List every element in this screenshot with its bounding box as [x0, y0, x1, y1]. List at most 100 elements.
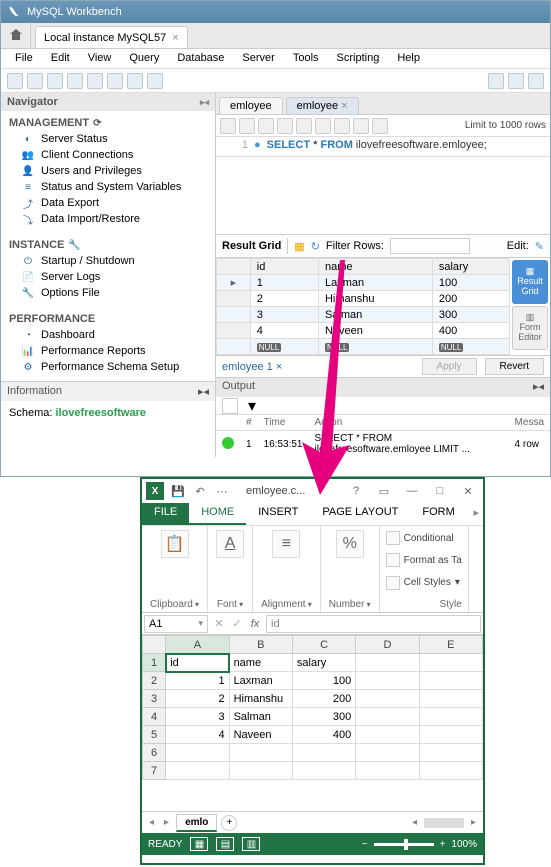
fx-icon[interactable]: fx — [246, 618, 264, 630]
menu-edit[interactable]: Edit — [43, 51, 78, 66]
minimize-icon[interactable]: — — [401, 485, 423, 497]
enter-icon[interactable]: ✓ — [228, 617, 246, 630]
form-editor-tab[interactable]: ▥Form Editor — [512, 306, 548, 350]
menu-help[interactable]: Help — [389, 51, 428, 66]
format-as-table-button[interactable]: Format as Ta — [386, 552, 462, 568]
toolbar-button[interactable] — [27, 73, 43, 89]
toolbar-button[interactable] — [508, 73, 524, 89]
nav-server-logs[interactable]: 📄Server Logs — [1, 269, 215, 285]
revert-button[interactable]: Revert — [485, 358, 544, 375]
result-tab[interactable]: emloyee 1 × — [222, 361, 282, 373]
menu-server[interactable]: Server — [234, 51, 282, 66]
tab-pagelayout[interactable]: PAGE LAYOUT — [310, 503, 410, 525]
sql-tool-button[interactable] — [277, 118, 293, 134]
cancel-icon[interactable]: ✕ — [210, 617, 228, 630]
output-tab-icon[interactable] — [222, 398, 238, 414]
col-header[interactable]: A — [166, 636, 229, 654]
editor-tab[interactable]: emloyee — [219, 97, 283, 114]
nav-startup-shutdown[interactable]: ⏻Startup / Shutdown — [1, 253, 215, 269]
hscroll-right[interactable]: ▸ — [468, 817, 479, 828]
col-header[interactable]: D — [356, 636, 419, 654]
save-icon[interactable]: 💾 — [170, 483, 186, 499]
toolbar-button[interactable] — [107, 73, 123, 89]
help-icon[interactable]: ? — [345, 485, 367, 497]
new-sheet-button[interactable]: + — [221, 815, 237, 831]
conditional-formatting-button[interactable]: Conditional — [386, 530, 462, 546]
menu-scripting[interactable]: Scripting — [329, 51, 388, 66]
limit-rows-label[interactable]: Limit to 1000 rows — [465, 120, 546, 131]
nav-client-connections[interactable]: 👥Client Connections — [1, 147, 215, 163]
connection-tab[interactable]: Local instance MySQL57 × — [35, 26, 188, 48]
sql-tool-button[interactable] — [258, 118, 274, 134]
edit-icon[interactable]: ✎ — [535, 240, 544, 253]
tab-nav-next[interactable]: ▸ — [161, 817, 172, 828]
menu-query[interactable]: Query — [121, 51, 167, 66]
menu-tools[interactable]: Tools — [285, 51, 327, 66]
refresh-icon[interactable]: ↻ — [311, 240, 320, 253]
ribbon-options-icon[interactable]: ▭ — [373, 485, 395, 498]
pagelayout-view-icon[interactable]: ▤ — [216, 837, 234, 851]
apply-button[interactable]: Apply — [422, 358, 477, 375]
output-dropdown[interactable]: ▾ — [248, 396, 256, 416]
alignment-icon[interactable]: ≡ — [272, 530, 300, 558]
ribbon-nav-icon[interactable]: ▸ — [469, 503, 483, 525]
sql-tool-button[interactable] — [296, 118, 312, 134]
nav-options-file[interactable]: 🔧Options File — [1, 285, 215, 301]
select-all-corner[interactable] — [143, 636, 166, 654]
filter-rows-input[interactable] — [390, 238, 470, 254]
nav-users-privileges[interactable]: 👤Users and Privileges — [1, 163, 215, 179]
hscrollbar[interactable] — [424, 818, 464, 828]
close-icon[interactable]: × — [172, 32, 178, 44]
close-icon[interactable]: × — [276, 361, 282, 373]
grid-view-icon[interactable]: ▦ — [294, 240, 304, 253]
hscroll-left[interactable]: ◂ — [409, 817, 420, 828]
close-icon[interactable]: × — [341, 100, 347, 112]
cell-styles-button[interactable]: Cell Styles ▾ — [386, 575, 462, 591]
nav-dashboard[interactable]: ◔Dashboard — [1, 327, 215, 343]
zoom-level[interactable]: 100% — [451, 839, 477, 850]
nav-data-import[interactable]: ⤵Data Import/Restore — [1, 211, 215, 227]
col-header[interactable]: B — [229, 636, 292, 654]
sql-tool-button[interactable] — [239, 118, 255, 134]
font-icon[interactable]: A — [216, 530, 244, 558]
sql-tool-button[interactable] — [372, 118, 388, 134]
toolbar-button[interactable] — [47, 73, 63, 89]
col-header[interactable]: C — [292, 636, 355, 654]
nav-data-export[interactable]: ⤴Data Export — [1, 195, 215, 211]
tab-file[interactable]: FILE — [142, 503, 189, 525]
toolbar-button[interactable] — [528, 73, 544, 89]
menu-file[interactable]: File — [7, 51, 41, 66]
sql-editor[interactable]: 1● SELECT * FROM ilovefreesoftware.emloy… — [216, 137, 550, 157]
nav-server-status[interactable]: ◐Server Status — [1, 131, 215, 147]
redo-icon[interactable]: ⋯ — [214, 483, 230, 499]
panel-collapse-icon[interactable]: ▸◂ — [198, 385, 209, 398]
toolbar-button[interactable] — [488, 73, 504, 89]
number-icon[interactable]: % — [336, 530, 364, 558]
paste-icon[interactable]: 📋 — [161, 530, 189, 558]
menu-view[interactable]: View — [80, 51, 120, 66]
tab-nav-prev[interactable]: ◂ — [146, 817, 157, 828]
toolbar-button[interactable] — [147, 73, 163, 89]
sql-tool-button[interactable] — [315, 118, 331, 134]
panel-collapse-icon[interactable]: ▸◂ — [533, 380, 544, 395]
col-header[interactable]: E — [419, 636, 482, 654]
name-box[interactable]: A1▾ — [144, 615, 208, 633]
toolbar-button[interactable] — [67, 73, 83, 89]
close-icon[interactable]: ✕ — [457, 485, 479, 498]
sheet-tab[interactable]: emlo — [176, 814, 217, 832]
tab-formulas[interactable]: FORM — [410, 503, 466, 525]
formula-input[interactable]: id — [266, 615, 481, 633]
pagebreak-view-icon[interactable]: ▥ — [242, 837, 260, 851]
toolbar-button[interactable] — [127, 73, 143, 89]
sql-tool-button[interactable] — [353, 118, 369, 134]
home-tab[interactable] — [1, 22, 31, 48]
toolbar-button[interactable] — [7, 73, 23, 89]
zoom-in-button[interactable]: + — [440, 839, 446, 850]
normal-view-icon[interactable]: ▦ — [190, 837, 208, 851]
result-grid-tab[interactable]: ▦Result Grid — [512, 260, 548, 304]
nav-status-variables[interactable]: ≡Status and System Variables — [1, 179, 215, 195]
menu-database[interactable]: Database — [169, 51, 232, 66]
tab-insert[interactable]: INSERT — [246, 503, 310, 525]
editor-tab[interactable]: emloyee × — [286, 97, 359, 114]
panel-collapse-icon[interactable]: ▸◂ — [200, 97, 209, 108]
